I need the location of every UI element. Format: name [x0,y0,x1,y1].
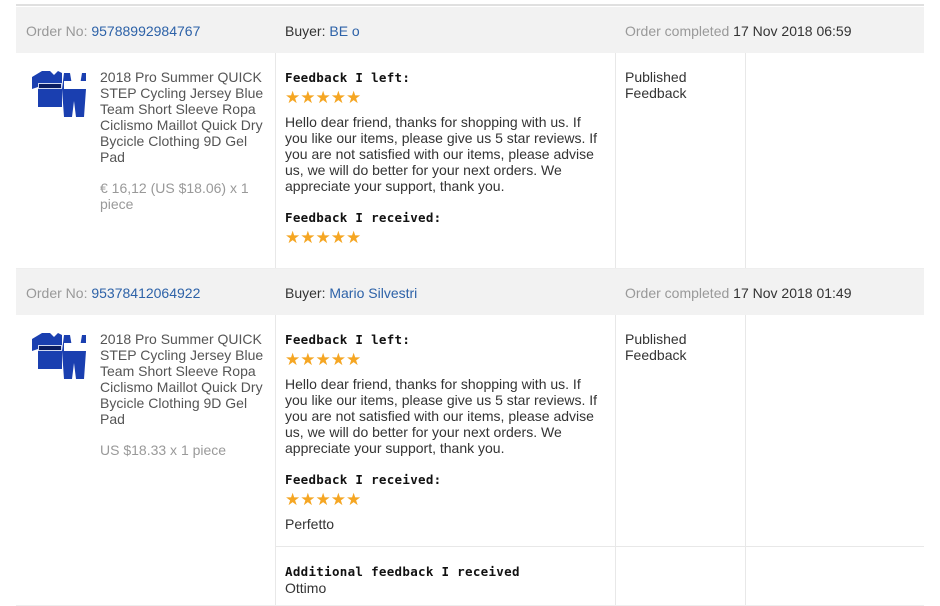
order-completed: Order completed 17 Nov 2018 01:49 [625,285,852,301]
feedback-left-text: Hello dear friend, thanks for shopping w… [285,376,598,456]
product-name[interactable]: 2018 Pro Summer QUICK STEP Cycling Jerse… [100,69,270,165]
row-divider [275,546,924,547]
feedback-status: Published Feedback [625,69,687,101]
column-divider [745,53,746,268]
feedback-received-stars: ★★★★★ [285,228,362,247]
order-number: Order No: 95788992984767 [26,23,201,39]
buyer-link[interactable]: BE o [329,23,359,39]
top-divider [16,4,924,6]
additional-feedback-label: Additional feedback I received [285,564,520,579]
column-divider [275,53,276,268]
order-header: Order No: 95788992984767 Buyer: BE o Ord… [16,7,924,53]
feedback-received-text: Perfetto [285,516,335,532]
column-divider [615,53,616,268]
column-divider [275,315,276,605]
product-thumbnail[interactable] [26,329,88,391]
buyer: Buyer: BE o [285,23,360,39]
feedback-left-label: Feedback I left: [285,332,411,347]
order-card: Order No: 95788992984767 Buyer: BE o Ord… [16,7,924,269]
feedback-received-label: Feedback I received: [285,210,442,225]
feedback-received-label: Feedback I received: [285,472,442,487]
feedback-left-stars: ★★★★★ [285,350,362,369]
order-header: Order No: 95378412064922 Buyer: Mario Si… [16,269,924,315]
order-card: Order No: 95378412064922 Buyer: Mario Si… [16,269,924,606]
feedback-left-label: Feedback I left: [285,70,411,85]
product-thumbnail[interactable] [26,67,88,129]
buyer-link[interactable]: Mario Silvestri [329,285,417,301]
product-name[interactable]: 2018 Pro Summer QUICK STEP Cycling Jerse… [100,331,270,427]
order-number: Order No: 95378412064922 [26,285,201,301]
column-divider [745,315,746,605]
order-number-link[interactable]: 95788992984767 [91,23,200,39]
order-completed: Order completed 17 Nov 2018 06:59 [625,23,852,39]
product-price: US $18.33 x 1 piece [100,442,227,458]
product-price: € 16,12 (US $18.06) x 1 piece [100,180,249,212]
buyer: Buyer: Mario Silvestri [285,285,418,301]
feedback-left-stars: ★★★★★ [285,88,362,107]
feedback-left-text: Hello dear friend, thanks for shopping w… [285,114,598,194]
additional-feedback-text: Ottimo [285,580,327,596]
order-body: 2018 Pro Summer QUICK STEP Cycling Jerse… [16,53,924,269]
column-divider [615,315,616,605]
order-body: 2018 Pro Summer QUICK STEP Cycling Jerse… [16,315,924,606]
feedback-received-stars: ★★★★★ [285,490,362,509]
feedback-status: Published Feedback [625,331,687,363]
order-number-link[interactable]: 95378412064922 [91,285,200,301]
